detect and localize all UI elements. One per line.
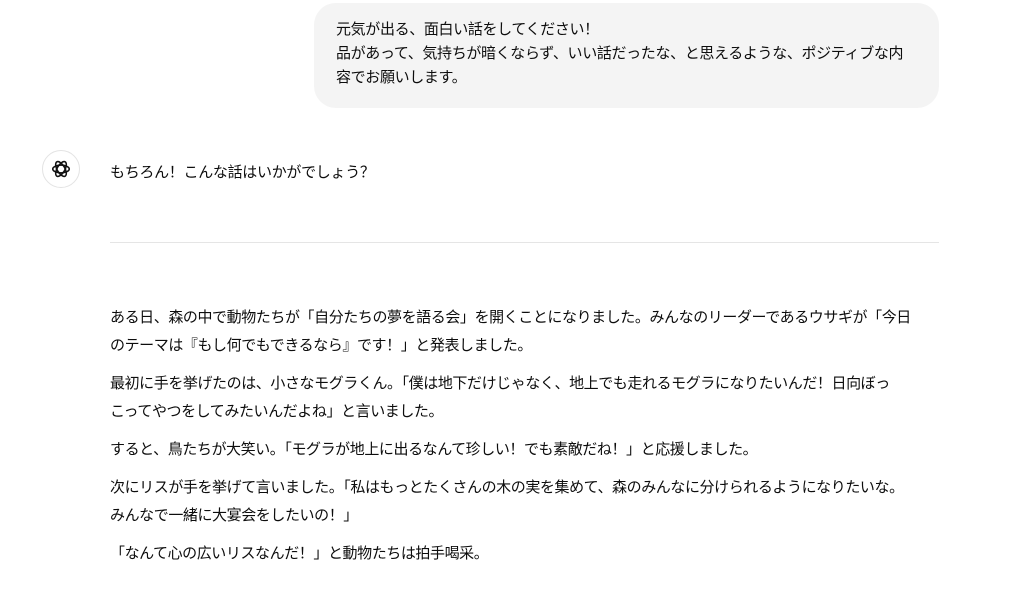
story-paragraph: 最初に手を挙げたのは、小さなモグラくん。「僕は地下だけじゃなく、地上でも走れるモ…: [110, 369, 940, 425]
story-line: のテーマは『もし何でもできるなら』です！」と発表しました。: [110, 336, 532, 354]
assistant-intro-text: もちろん！こんな話はいかがでしょう？: [110, 163, 375, 181]
chat-conversation: 元気が出る、面白い話をしてください！ 品があって、気持ちが暗くならず、いい話だっ…: [0, 0, 1024, 605]
story-line: すると、鳥たちが大笑い。「モグラが地上に出るなんて珍しい！でも素敵だね！」と応援…: [110, 440, 758, 458]
story-paragraph: 次にリスが手を挙げて言いました。「私はもっとたくさんの木の実を集めて、森のみんな…: [110, 473, 940, 529]
assistant-story: ある日、森の中で動物たちが「自分たちの夢を語る会」を開くことになりました。みんな…: [110, 303, 940, 567]
divider: [110, 242, 939, 243]
story-paragraph: 「なんて心の広いリスなんだ！」と動物たちは拍手喝采。: [110, 539, 940, 567]
user-message-line: 品があって、気持ちが暗くならず、いい話だったな、と思えるような、ポジティブな内: [336, 44, 904, 62]
user-message-line: 容でお願いします。: [336, 68, 467, 86]
story-line: こってやつをしてみたいんだよね」と言いました。: [110, 402, 444, 420]
story-line: 次にリスが手を挙げて言いました。「私はもっとたくさんの木の実を集めて、森のみんな…: [110, 478, 904, 496]
story-line: ある日、森の中で動物たちが「自分たちの夢を語る会」を開くことになりました。みんな…: [110, 308, 911, 326]
user-message-bubble: 元気が出る、面白い話をしてください！ 品があって、気持ちが暗くならず、いい話だっ…: [314, 3, 939, 108]
story-line: 「なんて心の広いリスなんだ！」と動物たちは拍手喝采。: [110, 544, 489, 562]
user-message-line: 元気が出る、面白い話をしてください！: [336, 20, 599, 38]
chatgpt-logo-icon: [50, 158, 72, 180]
story-line: 最初に手を挙げたのは、小さなモグラくん。「僕は地下だけじゃなく、地上でも走れるモ…: [110, 374, 890, 392]
story-line: みんなで一緒に大宴会をしたいの！」: [110, 506, 358, 524]
assistant-avatar: [42, 150, 80, 188]
story-paragraph: すると、鳥たちが大笑い。「モグラが地上に出るなんて珍しい！でも素敵だね！」と応援…: [110, 435, 940, 463]
story-paragraph: ある日、森の中で動物たちが「自分たちの夢を語る会」を開くことになりました。みんな…: [110, 303, 940, 359]
